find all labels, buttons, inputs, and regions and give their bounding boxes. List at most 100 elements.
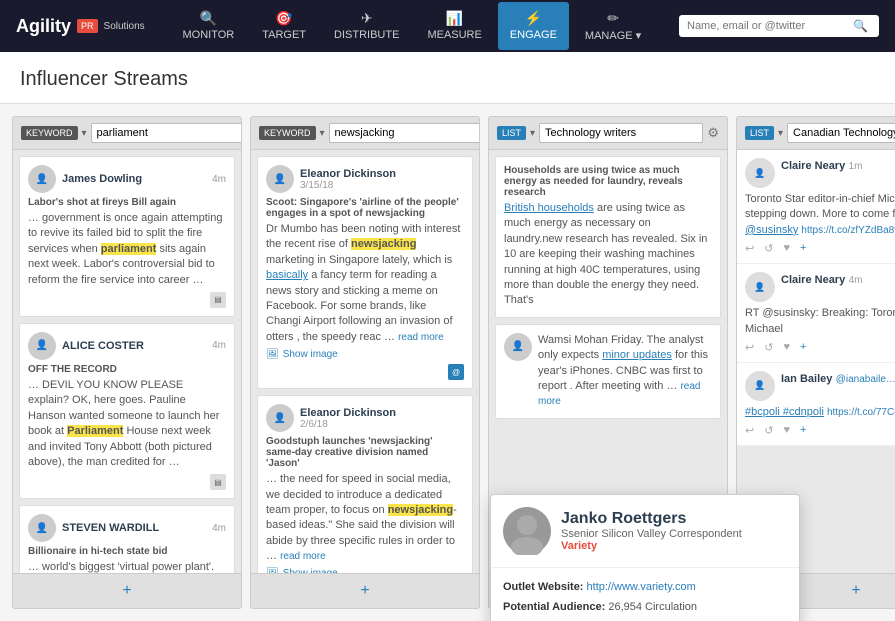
pr-badge: PR [77,19,98,33]
item-time: 2/6/18 [300,419,464,430]
stream-item: 👤 James Dowling 4m Labor's shot at firey… [19,156,235,317]
popup-body: Outlet Website: http://www.variety.com P… [491,568,799,621]
reply-icon[interactable]: ↩ [745,341,754,354]
read-more-link3[interactable]: read more [538,381,700,407]
item-text: … the need for speed in social media, we… [266,472,464,564]
tweet-handle: @ianabaile… [836,374,895,385]
manage-icon: ✏ [607,10,619,27]
stream-tech-settings-icon[interactable]: ⚙ [707,125,719,141]
popup-info: Janko Roettgers Ssenior Silicon Valley C… [561,510,742,552]
tweet-item: 👤 Claire Neary 1m Toronto Star editor-in… [737,150,895,264]
reply-icon[interactable]: ↩ [745,242,754,255]
tweet-text: Toronto Star editor-in-chief Michael Coo… [745,192,895,238]
navbar: Agility PR Solutions 🔍 MONITOR 🎯 TARGET … [0,0,895,52]
add-stream-button2[interactable]: + [352,578,377,604]
stream-tech-input[interactable] [539,123,703,143]
reply-icon[interactable]: ↩ [745,424,754,437]
tweet-time: 1m [849,161,863,172]
stream-item: 👤 Wamsi Mohan Friday. The analyst only e… [495,324,721,419]
item-name: James Dowling [62,173,206,185]
show-image-label2: Show image [283,568,338,573]
retweet-icon[interactable]: ↺ [764,424,773,437]
like-icon[interactable]: ♥ [783,341,790,354]
nav-target[interactable]: 🎯 TARGET [250,2,318,50]
item-text: … world's biggest 'virtual power plant'.… [28,560,226,573]
stream-parliament-type-badge[interactable]: KEYWORD [21,126,78,140]
read-more-link2[interactable]: read more [280,551,326,562]
item-time: 3/15/18 [300,180,464,191]
like-icon[interactable]: ♥ [783,242,790,255]
avatar: 👤 [504,333,532,361]
tweet-header: 👤 Claire Neary 1m [745,158,895,188]
stream-canadian-input[interactable] [787,123,895,143]
nav-engage[interactable]: ⚡ ENGAGE [498,2,569,50]
add-icon[interactable]: + [800,424,806,437]
target-icon: 🎯 [275,10,292,27]
monitor-icon: 🔍 [200,10,217,27]
show-image-btn2[interactable]: 🖼 Show image [266,568,464,573]
item-header: 👤 Eleanor Dickinson 3/15/18 [266,165,464,193]
stream-item: 👤 ALICE COSTER 4m OFF THE RECORD … DEVIL… [19,323,235,499]
item-name: Eleanor Dickinson [300,168,464,180]
streams-container: KEYWORD ▾ ⚙ 👤 James Dowling 4m Labor's s… [0,104,895,621]
item-name: STEVEN WARDILL [62,522,206,534]
outlet-website-link[interactable]: http://www.variety.com [587,581,696,593]
show-image-label: Show image [283,349,338,360]
stream-newsjacking-input[interactable] [329,123,480,143]
tweet-actions: ↩ ↺ ♥ + 🐦 [745,424,895,437]
add-stream-button[interactable]: + [114,578,139,604]
item-action-icon[interactable]: ▤ [210,474,226,490]
stream-tech-type-badge[interactable]: LIST [497,126,526,140]
nav-distribute-label: DISTRIBUTE [334,29,399,41]
avatar: 👤 [745,158,775,188]
read-more-link[interactable]: read more [398,332,444,343]
item-headline: Households are using twice as much energ… [504,165,712,198]
nav-target-label: TARGET [262,29,306,41]
stream-canadian-type-badge[interactable]: LIST [745,126,774,140]
retweet-icon[interactable]: ↺ [764,341,773,354]
measure-icon: 📊 [446,10,463,27]
link-british: British households [504,202,594,214]
retweet-icon[interactable]: ↺ [764,242,773,255]
nav-search-container: 🔍 [679,15,879,37]
item-header: 👤 James Dowling 4m [28,165,226,193]
tweet-meta: Claire Neary 4m [781,272,895,286]
item-engage-icon[interactable]: @ [448,364,464,380]
highlight-parliament: parliament [101,243,157,255]
search-icon: 🔍 [853,19,868,33]
nav-measure[interactable]: 📊 MEASURE [415,2,493,50]
nav-monitor[interactable]: 🔍 MONITOR [170,2,246,50]
influencer-popup: Janko Roettgers Ssenior Silicon Valley C… [490,494,800,621]
stream-newsjacking: KEYWORD ▾ ⚙ 👤 Eleanor Dickinson 3/15/18 … [250,116,480,609]
person-silhouette-icon [503,507,551,555]
stream-parliament-input[interactable] [91,123,242,143]
stream-item: 👤 Eleanor Dickinson 3/15/18 Scoot: Singa… [257,156,473,389]
like-icon[interactable]: ♥ [783,424,790,437]
item-text: … DEVIL YOU KNOW PLEASE explain? OK, her… [28,378,226,470]
stream-newsjacking-type-badge[interactable]: KEYWORD [259,126,316,140]
stream-parliament: KEYWORD ▾ ⚙ 👤 James Dowling 4m Labor's s… [12,116,242,609]
show-image-btn[interactable]: 🖼 Show image [266,349,464,360]
item-time: 4m [212,174,226,185]
nav-distribute[interactable]: ✈ DISTRIBUTE [322,2,411,50]
item-name: Eleanor Dickinson [300,407,464,419]
potential-audience-label: Potential Audience: [503,601,605,613]
tweet-header: 👤 Ian Bailey @ianabaile… 19m [745,371,895,401]
item-subtitle: Labor's shot at fireys Bill again [28,197,226,208]
add-stream-button4[interactable]: + [843,578,868,604]
nav-manage[interactable]: ✏ MANAGE ▾ [573,2,653,50]
distribute-icon: ✈ [361,10,373,27]
popup-name: Janko Roettgers [561,510,742,528]
add-icon[interactable]: + [800,242,806,255]
highlight-newsjacking: newsjacking [351,238,416,250]
nav-search-input[interactable] [687,20,847,32]
stream-newsjacking-footer: + [251,573,479,608]
add-icon[interactable]: + [800,341,806,354]
stream-canadian-header: LIST ▾ ⚙ [737,117,895,150]
item-text: British households are using twice as mu… [504,201,712,309]
link-susinsky: @susinsky [745,224,798,236]
item-subtitle: OFF THE RECORD [28,364,226,375]
item-action-icon[interactable]: ▤ [210,292,226,308]
item-header: 👤 Eleanor Dickinson 2/6/18 [266,404,464,432]
stream-parliament-header: KEYWORD ▾ ⚙ [13,117,241,150]
